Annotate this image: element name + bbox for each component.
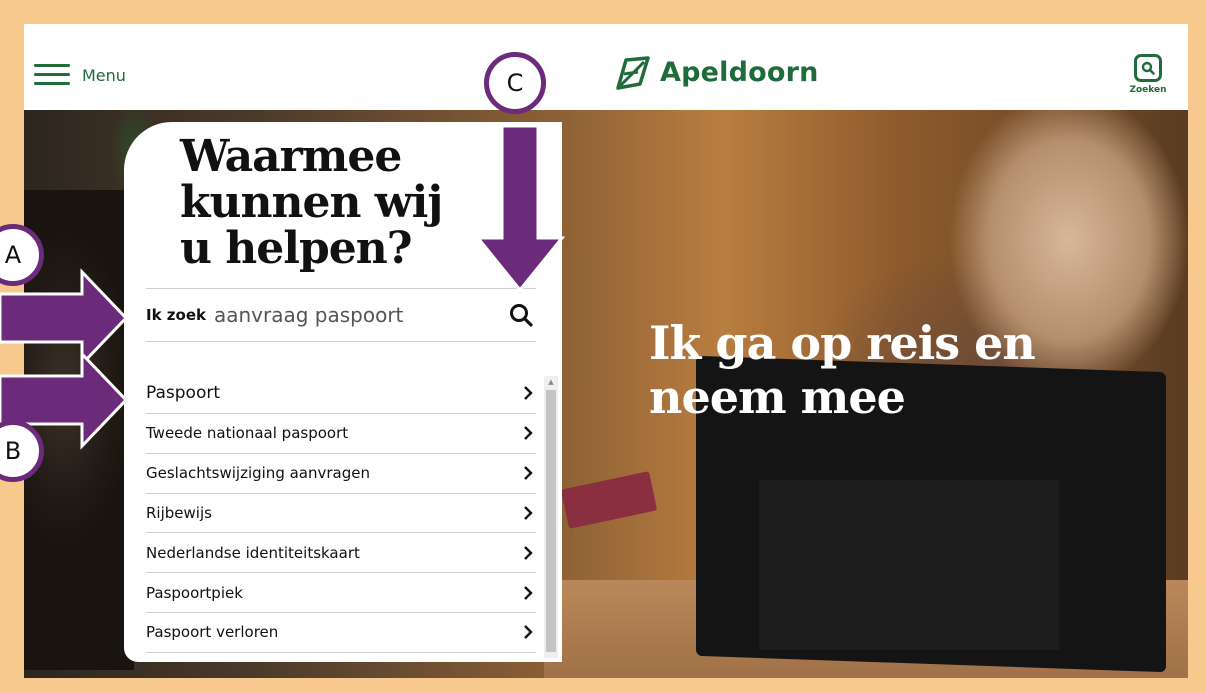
arrow-c-icon bbox=[474, 124, 566, 293]
arrow-a-icon bbox=[0, 268, 129, 368]
annotation-b-label: B bbox=[4, 437, 22, 465]
annotation-a-label: A bbox=[4, 241, 22, 269]
annotation-arrows bbox=[0, 124, 566, 450]
annotation-c-label: C bbox=[506, 69, 524, 97]
annotation-c: C bbox=[484, 52, 546, 114]
